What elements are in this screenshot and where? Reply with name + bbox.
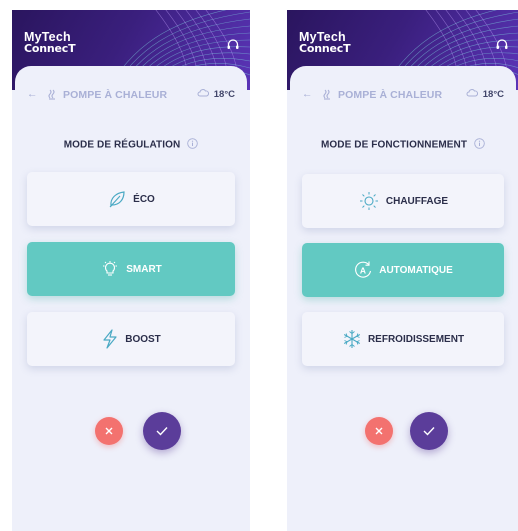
info-icon[interactable]	[474, 138, 485, 152]
lightbulb-icon	[100, 260, 120, 278]
phone-screen-regulation: MyTech ConnecT ← POMPE À CHALEUR 18°C MO…	[12, 10, 250, 531]
back-arrow-icon[interactable]: ←	[302, 88, 313, 100]
breadcrumb-title: POMPE À CHALEUR	[63, 89, 168, 101]
snowflake-icon	[342, 329, 362, 349]
lightning-icon	[101, 329, 119, 349]
section-title: MODE DE FONCTIONNEMENT	[290, 138, 516, 152]
headset-icon[interactable]	[226, 38, 240, 57]
option-eco-button[interactable]: ÉCO	[27, 172, 235, 226]
checkmark-icon	[423, 427, 435, 436]
section-title-text: MODE DE RÉGULATION	[63, 139, 181, 151]
section-title: MODE DE RÉGULATION	[15, 138, 247, 152]
action-buttons	[15, 411, 247, 451]
headset-icon[interactable]	[495, 38, 509, 57]
app-name-line2: ConnecT	[299, 42, 351, 55]
option-label: ÉCO	[133, 193, 155, 205]
option-label: REFROIDISSEMENT	[367, 333, 465, 345]
temperature-value: 18°C	[482, 89, 504, 100]
cancel-button[interactable]	[365, 417, 393, 445]
weather-cloud-icon	[197, 88, 210, 101]
option-label: CHAUFFAGE	[385, 195, 449, 207]
option-refroidissement-button[interactable]: REFROIDISSEMENT	[302, 312, 504, 366]
auto-mode-icon: A	[353, 260, 373, 280]
breadcrumb-title: POMPE À CHALEUR	[338, 89, 443, 101]
content-card: ← POMPE À CHALEUR 18°C MODE DE RÉGULATIO…	[15, 66, 247, 531]
temperature-value: 18°C	[213, 89, 235, 100]
heat-pump-icon	[322, 88, 334, 103]
option-smart-button[interactable]: SMART	[27, 242, 235, 296]
weather-cloud-icon	[466, 88, 479, 101]
confirm-button[interactable]	[410, 412, 448, 450]
checkmark-icon	[156, 427, 168, 436]
action-buttons	[290, 411, 516, 451]
option-boost-button[interactable]: BOOST	[27, 312, 235, 366]
leaf-icon	[107, 190, 127, 208]
close-icon	[105, 427, 113, 435]
breadcrumb: ← POMPE À CHALEUR 18°C	[27, 88, 235, 104]
option-label: AUTOMATIQUE	[379, 264, 453, 276]
option-chauffage-button[interactable]: CHAUFFAGE	[302, 174, 504, 228]
phone-screen-fonctionnement: MyTech ConnecT ← POMPE À CHALEUR 18°C MO…	[287, 10, 518, 531]
option-label: BOOST	[125, 333, 161, 345]
section-title-text: MODE DE FONCTIONNEMENT	[321, 139, 468, 151]
svg-text:A: A	[360, 266, 366, 276]
content-card: ← POMPE À CHALEUR 18°C MODE DE FONCTIONN…	[290, 66, 516, 531]
temperature-readout: 18°C	[197, 89, 235, 100]
cancel-button[interactable]	[95, 417, 123, 445]
back-arrow-icon[interactable]: ←	[27, 88, 38, 100]
app-logo: MyTech ConnecT	[299, 31, 351, 55]
confirm-button[interactable]	[143, 412, 181, 450]
option-label: SMART	[126, 263, 162, 275]
app-logo: MyTech ConnecT	[24, 31, 76, 55]
close-icon	[375, 427, 383, 435]
app-name-line2: ConnecT	[24, 42, 76, 55]
breadcrumb: ← POMPE À CHALEUR 18°C	[302, 88, 504, 104]
option-automatique-button[interactable]: A AUTOMATIQUE	[302, 243, 504, 297]
info-icon[interactable]	[187, 138, 199, 152]
sun-icon	[358, 191, 380, 211]
temperature-readout: 18°C	[466, 89, 504, 100]
heat-pump-icon	[47, 88, 59, 103]
